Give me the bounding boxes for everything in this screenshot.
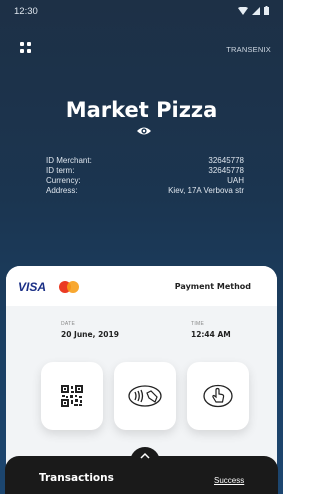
qr-payment-button[interactable] (41, 362, 103, 430)
info-label: ID Merchant: (46, 156, 92, 165)
status-bar: 12:30 (0, 0, 283, 24)
info-value: 32645778 (208, 166, 244, 175)
time-label: TIME (191, 321, 205, 327)
transactions-label: Transactions (39, 472, 114, 484)
status-time: 12:30 (14, 6, 38, 17)
info-value: 32645778 (208, 156, 244, 165)
merchant-title: Market Pizza (65, 98, 218, 122)
wifi-icon (238, 6, 248, 15)
status-icons (238, 6, 269, 15)
payment-method-header[interactable]: VISA Payment Method (6, 266, 277, 306)
info-label: Currency: (46, 176, 81, 185)
visa-logo: VISA (18, 280, 47, 294)
info-label: ID term: (46, 166, 75, 175)
mastercard-icon (59, 281, 79, 293)
qr-code-icon (61, 385, 83, 407)
eye-icon[interactable] (136, 125, 152, 137)
merchant-info: ID Merchant: 32645778 ID term: 32645778 … (46, 156, 244, 196)
info-row-address: Address: Kiev, 17A Verbova str (46, 186, 244, 196)
info-value: UAH (227, 176, 244, 185)
grid-icon[interactable] (19, 41, 33, 55)
info-label: Address: (46, 186, 78, 195)
info-row-currency: Currency: UAH (46, 176, 244, 186)
brand-name: TRANSENIX (226, 45, 271, 54)
app-screen: 12:30 TRANSENIX Market Pizza ID Merchant… (0, 0, 283, 494)
success-link[interactable]: Success (214, 476, 244, 485)
transactions-bar[interactable]: Transactions Success (5, 456, 278, 494)
touch-payment-button[interactable] (187, 362, 249, 430)
signal-icon (252, 6, 260, 15)
chevron-up-icon[interactable] (140, 452, 150, 460)
info-row-term-id: ID term: 32645778 (46, 166, 244, 176)
contactless-payment-button[interactable] (114, 362, 176, 430)
battery-icon (264, 6, 269, 15)
contactless-icon (128, 385, 162, 407)
info-row-merchant-id: ID Merchant: 32645778 (46, 156, 244, 166)
info-value: Kiev, 17A Verbova str (168, 186, 244, 195)
touch-icon (203, 384, 233, 408)
date-label: DATE (61, 321, 76, 327)
payment-method-label: Payment Method (174, 282, 251, 291)
time-value: 12:44 AM (191, 330, 231, 339)
date-value: 20 June, 2019 (61, 330, 119, 339)
